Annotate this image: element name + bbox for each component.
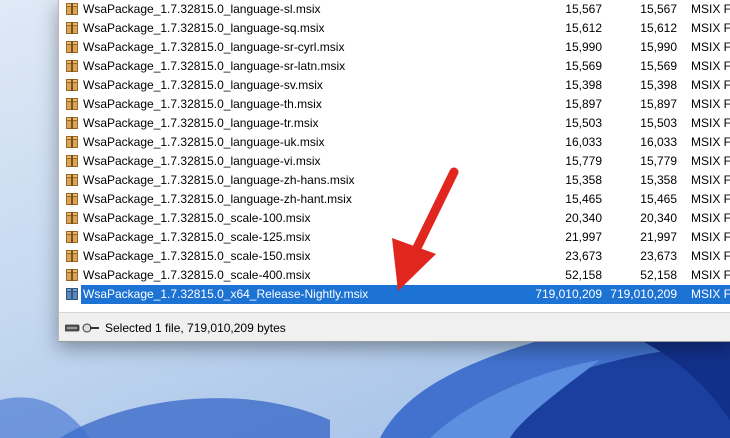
file-list: WsaPackage_1.7.32815.0_language-sl.msix 1… [59, 0, 730, 308]
file-packed-size: 15,465 [640, 192, 677, 206]
file-packed-size: 23,673 [640, 249, 677, 263]
file-name: WsaPackage_1.7.32815.0_language-uk.msix [83, 135, 325, 149]
file-packed-size: 719,010,209 [610, 287, 677, 301]
archive-file-icon [66, 117, 79, 130]
file-name: WsaPackage_1.7.32815.0_language-sv.msix [83, 78, 323, 92]
file-name: WsaPackage_1.7.32815.0_language-zh-hant.… [83, 192, 352, 206]
file-packed-size: 52,158 [640, 268, 677, 282]
file-type: MSIX Fi [691, 97, 730, 111]
archive-file-icon [66, 3, 79, 16]
file-packed-size: 15,398 [640, 78, 677, 92]
file-name: WsaPackage_1.7.32815.0_language-zh-hans.… [83, 173, 355, 187]
file-packed-size: 15,567 [640, 2, 677, 16]
file-row[interactable]: WsaPackage_1.7.32815.0_scale-400.msix 52,… [59, 266, 730, 285]
archive-window: WsaPackage_1.7.32815.0_language-sl.msix 1… [58, 0, 730, 342]
status-bar: Selected 1 file, 719,010,209 bytes [59, 312, 730, 341]
file-name: WsaPackage_1.7.32815.0_language-tr.msix [83, 116, 319, 130]
archive-file-icon [66, 136, 79, 149]
file-packed-size: 15,358 [640, 173, 677, 187]
file-type: MSIX Fi [691, 78, 730, 92]
file-type: MSIX Fi [691, 287, 730, 301]
archive-file-icon [66, 41, 79, 54]
file-row[interactable]: WsaPackage_1.7.32815.0_language-zh-hant.… [59, 190, 730, 209]
archive-file-icon [66, 212, 79, 225]
file-packed-size: 15,897 [640, 97, 677, 111]
file-name: WsaPackage_1.7.32815.0_x64_Release-Night… [83, 287, 369, 301]
file-row[interactable]: WsaPackage_1.7.32815.0_scale-150.msix 23,… [59, 247, 730, 266]
file-packed-size: 16,033 [640, 135, 677, 149]
file-name: WsaPackage_1.7.32815.0_scale-125.msix [83, 230, 311, 244]
file-packed-size: 21,997 [640, 230, 677, 244]
archive-file-icon [66, 174, 79, 187]
file-row[interactable]: WsaPackage_1.7.32815.0_scale-100.msix 20,… [59, 209, 730, 228]
file-name: WsaPackage_1.7.32815.0_language-th.msix [83, 97, 322, 111]
file-row[interactable]: WsaPackage_1.7.32815.0_language-sr-cyrl.… [59, 38, 730, 57]
archive-file-icon [66, 98, 79, 111]
file-packed-size: 15,990 [640, 40, 677, 54]
archive-file-icon [66, 79, 79, 92]
archive-file-icon [66, 22, 79, 35]
file-row[interactable]: WsaPackage_1.7.32815.0_language-vi.msix 1… [59, 152, 730, 171]
file-packed-size: 15,569 [640, 59, 677, 73]
file-type: MSIX Fi [691, 135, 730, 149]
file-packed-size: 15,612 [640, 21, 677, 35]
file-type: MSIX Fi [691, 40, 730, 54]
file-row[interactable]: WsaPackage_1.7.32815.0_language-th.msix 1… [59, 95, 730, 114]
file-packed-size: 15,503 [640, 116, 677, 130]
file-type: MSIX Fi [691, 249, 730, 263]
file-name: WsaPackage_1.7.32815.0_scale-400.msix [83, 268, 311, 282]
file-type: MSIX Fi [691, 154, 730, 168]
file-type: MSIX Fi [691, 116, 730, 130]
archive-file-icon [66, 250, 79, 263]
file-row-selected[interactable]: WsaPackage_1.7.32815.0_x64_Release-Night… [59, 285, 730, 304]
archive-file-icon [66, 288, 79, 301]
file-name: WsaPackage_1.7.32815.0_scale-150.msix [83, 249, 311, 263]
drive-key-icon [65, 323, 99, 333]
file-type: MSIX Fi [691, 173, 730, 187]
file-name: WsaPackage_1.7.32815.0_language-sr-latn.… [83, 59, 346, 73]
file-row[interactable]: WsaPackage_1.7.32815.0_language-zh-hans.… [59, 171, 730, 190]
file-row[interactable]: WsaPackage_1.7.32815.0_language-uk.msix 1… [59, 133, 730, 152]
status-text: Selected 1 file, 719,010,209 bytes [105, 321, 286, 335]
file-name: WsaPackage_1.7.32815.0_scale-100.msix [83, 211, 311, 225]
file-type: MSIX Fi [691, 21, 730, 35]
archive-file-icon [66, 269, 79, 282]
file-type: MSIX Fi [691, 59, 730, 73]
archive-file-icon [66, 155, 79, 168]
file-name: WsaPackage_1.7.32815.0_language-sr-cyrl.… [83, 40, 345, 54]
file-packed-size: 15,779 [640, 154, 677, 168]
archive-file-icon [66, 193, 79, 206]
archive-file-icon [66, 60, 79, 73]
archive-file-icon [66, 231, 79, 244]
file-type: MSIX Fi [691, 230, 730, 244]
file-type: MSIX Fi [691, 268, 730, 282]
file-name: WsaPackage_1.7.32815.0_language-sl.msix [83, 2, 321, 16]
file-type: MSIX Fi [691, 2, 730, 16]
file-name: WsaPackage_1.7.32815.0_language-vi.msix [83, 154, 321, 168]
file-packed-size: 20,340 [640, 211, 677, 225]
file-row[interactable]: WsaPackage_1.7.32815.0_scale-125.msix 21,… [59, 228, 730, 247]
file-row[interactable]: WsaPackage_1.7.32815.0_language-sl.msix 1… [59, 0, 730, 19]
file-row[interactable]: WsaPackage_1.7.32815.0_language-sv.msix 1… [59, 76, 730, 95]
file-type: MSIX Fi [691, 211, 730, 225]
file-row[interactable]: WsaPackage_1.7.32815.0_language-sq.msix 1… [59, 19, 730, 38]
file-row[interactable]: WsaPackage_1.7.32815.0_language-tr.msix 1… [59, 114, 730, 133]
file-row[interactable]: WsaPackage_1.7.32815.0_language-sr-latn.… [59, 57, 730, 76]
file-name: WsaPackage_1.7.32815.0_language-sq.msix [83, 21, 325, 35]
file-type: MSIX Fi [691, 192, 730, 206]
